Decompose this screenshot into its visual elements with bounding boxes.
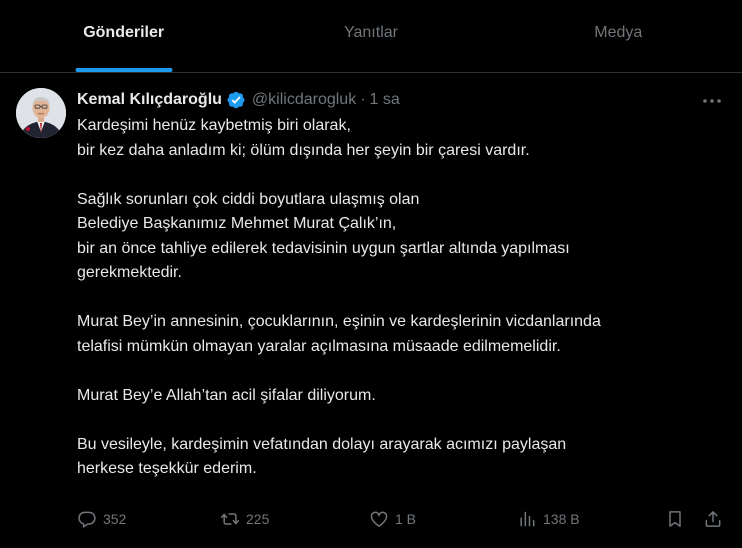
tab-replies[interactable]: Yanıtlar [247,0,494,72]
tweet-paragraph: Bu vesileyle, kardeşimin vefatından dola… [77,433,727,482]
repost-button[interactable]: 225 [220,507,269,531]
tweet-paragraph: Murat Bey’e Allah’tan acil şifalar diliy… [77,384,727,409]
more-options-button[interactable] [701,91,723,111]
views-button[interactable]: 138 B [517,507,580,531]
verified-badge-icon [227,91,245,109]
tab-posts[interactable]: Gönderiler [0,0,247,72]
tweet-line: herkese teşekkür ederim. [77,460,257,477]
tab-posts-label: Gönderiler [83,24,165,41]
tweet-line: bir kez daha anladım ki; ölüm dışında he… [77,141,530,159]
tweet[interactable]: Kemal Kılıçdaroğlu @kilicdarogluk · 1 sa… [0,73,742,548]
tab-media[interactable]: Medya [495,0,742,72]
post-time[interactable]: 1 sa [370,91,400,109]
tweet-line: Murat Bey’e Allah’tan acil şifalar diliy… [77,386,376,404]
tweet-header: Kemal Kılıçdaroğlu @kilicdarogluk · 1 sa [77,88,400,112]
tweet-paragraph: Kardeşimi henüz kaybetmiş biri olarak, b… [77,114,727,163]
tweet-text: Kardeşimi henüz kaybetmiş biri olarak, b… [77,114,727,506]
tweet-actions: 352 225 1 B 138 B [77,507,729,531]
reply-bubble-icon [78,511,96,528]
share-upload-icon [705,511,721,527]
like-button[interactable]: 1 B [369,507,416,531]
author-name[interactable]: Kemal Kılıçdaroğlu [77,91,222,109]
like-count: 1 B [395,511,417,527]
reply-count: 352 [103,511,127,527]
views-count: 138 B [543,511,580,527]
active-tab-indicator [75,68,173,72]
heart-icon [370,511,388,527]
tab-media-label: Medya [594,24,643,41]
tweet-line: telafisi mümkün olmayan yaralar açılması… [77,337,561,355]
tweet-line: Murat Bey’in annesinin, çocuklarının, eş… [77,313,601,330]
tweet-line: bir an önce tahliye edilerek tedavisinin… [77,239,570,257]
more-dots-icon [703,99,721,103]
tweet-paragraph: Sağlık sorunları çok ciddi boyutlara ula… [77,188,727,286]
tab-replies-label: Yanıtlar [344,24,398,41]
bookmark-icon [669,511,681,527]
tweet-line: gerekmektedir. [77,264,182,281]
tweet-line: Belediye Başkanımız Mehmet Murat Çalık’ı… [77,215,397,232]
analytics-bars-icon [520,511,535,527]
avatar[interactable] [16,88,66,138]
avatar-portrait-icon [16,88,66,138]
tweet-line: Bu vesileyle, kardeşimin vefatından dola… [77,435,567,453]
bookmark-button[interactable] [665,507,685,531]
share-button[interactable] [703,507,723,531]
profile-tabs: Gönderiler Yanıtlar Medya [0,0,742,73]
tweet-line: Kardeşimi henüz kaybetmiş biri olarak, [77,117,351,134]
repost-arrows-icon [220,513,240,525]
tweet-line: Sağlık sorunları çok ciddi boyutlara ula… [77,190,420,208]
reply-button[interactable]: 352 [77,507,126,531]
tweet-paragraph: Murat Bey’in annesinin, çocuklarının, eş… [77,310,727,359]
repost-count: 225 [246,511,270,527]
separator-dot: · [360,91,366,108]
author-handle[interactable]: @kilicdarogluk [252,91,356,109]
